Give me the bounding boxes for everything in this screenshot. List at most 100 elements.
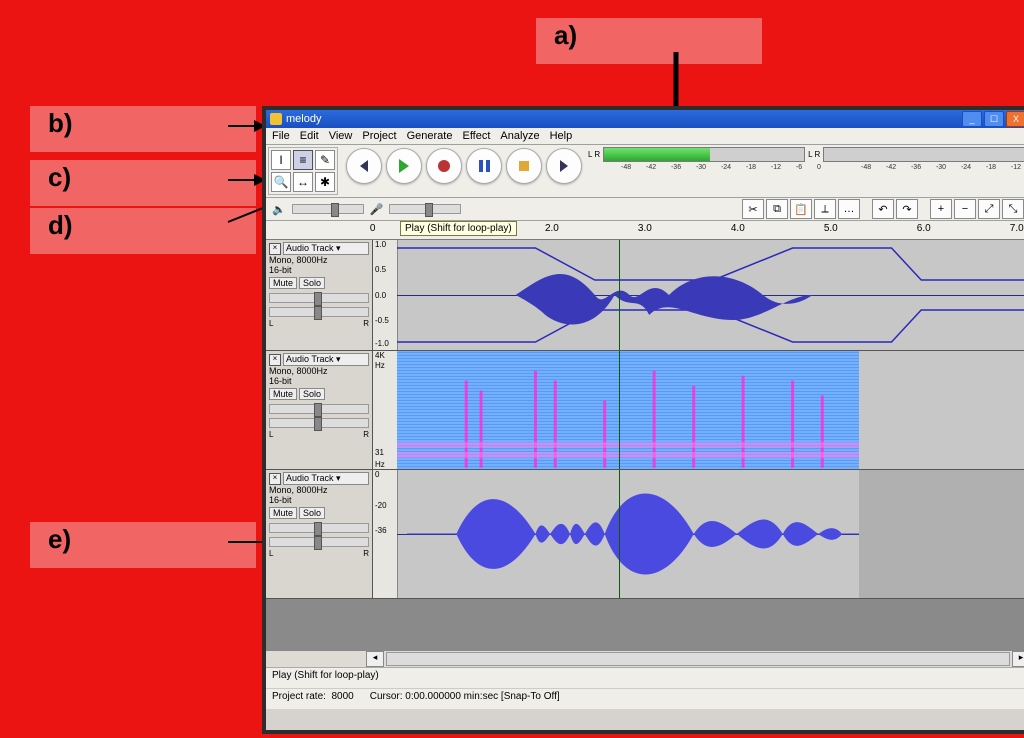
fit-project-button[interactable]: ⤡ bbox=[1002, 199, 1024, 219]
project-rate-value[interactable]: 8000 bbox=[331, 691, 353, 702]
track-3-panel: ×Audio Track ▾ Mono, 8000Hz 16-bit MuteS… bbox=[266, 470, 373, 598]
menu-edit[interactable]: Edit bbox=[300, 130, 319, 142]
skip-end-button[interactable] bbox=[546, 148, 582, 184]
track-2-solo[interactable]: Solo bbox=[299, 388, 325, 400]
track-1-info1: Mono, 8000Hz bbox=[269, 255, 369, 265]
cursor-position: Cursor: 0:00.000000 min:sec [Snap-To Off… bbox=[370, 691, 560, 707]
track-3-solo[interactable]: Solo bbox=[299, 507, 325, 519]
input-meter[interactable] bbox=[823, 147, 1024, 162]
stop-button[interactable] bbox=[506, 148, 542, 184]
track-2-info1: Mono, 8000Hz bbox=[269, 366, 369, 376]
tool-palette: I ≡ ✎ 🔍 ↔ ✱ bbox=[268, 147, 338, 195]
menu-project[interactable]: Project bbox=[362, 130, 396, 142]
draw-tool[interactable]: ✎ bbox=[315, 150, 335, 170]
track-1-panel: ×Audio Track ▾ Mono, 8000Hz 16-bit MuteS… bbox=[266, 240, 373, 350]
track-1-view[interactable]: 1.0 0.5 0.0 -0.5 -1.0 bbox=[373, 240, 1024, 350]
zoom-out-button[interactable]: − bbox=[954, 199, 976, 219]
track-2-gain[interactable] bbox=[269, 404, 369, 414]
track-3-menu[interactable]: Audio Track ▾ bbox=[283, 472, 369, 485]
menu-effect[interactable]: Effect bbox=[462, 130, 490, 142]
track-1-vscale: 1.0 0.5 0.0 -0.5 -1.0 bbox=[373, 240, 398, 350]
scroll-right-button[interactable]: ▸ bbox=[1012, 651, 1024, 667]
scroll-left-button[interactable]: ◂ bbox=[366, 651, 384, 667]
selection-tool[interactable]: I bbox=[271, 150, 291, 170]
skip-start-button[interactable] bbox=[346, 148, 382, 184]
track-2-close[interactable]: × bbox=[269, 354, 281, 366]
track-3-info1: Mono, 8000Hz bbox=[269, 485, 369, 495]
output-meter[interactable] bbox=[603, 147, 805, 162]
track-1-pan[interactable] bbox=[269, 307, 369, 317]
menu-generate[interactable]: Generate bbox=[407, 130, 453, 142]
app-icon bbox=[270, 113, 282, 125]
track-3-close[interactable]: × bbox=[269, 473, 281, 485]
toolbar-row: I ≡ ✎ 🔍 ↔ ✱ Play (Shift for loop-play) L… bbox=[266, 145, 1024, 198]
track-1: ×Audio Track ▾ Mono, 8000Hz 16-bit MuteS… bbox=[266, 240, 1024, 351]
menu-file[interactable]: File bbox=[272, 130, 290, 142]
maximize-button[interactable]: ☐ bbox=[984, 111, 1004, 127]
meters: L R L R -48-42-36-30-24-18-12-60 -48-42-… bbox=[588, 145, 1024, 173]
track-2-vscale: 4K Hz 31 Hz bbox=[373, 351, 398, 469]
silence-button[interactable]: … bbox=[838, 199, 860, 219]
annotation-a: a) bbox=[536, 18, 762, 64]
menu-help[interactable]: Help bbox=[550, 130, 573, 142]
track-1-close[interactable]: × bbox=[269, 243, 281, 255]
speaker-icon: 🔈 bbox=[272, 203, 286, 216]
track-2-pan[interactable] bbox=[269, 418, 369, 428]
undo-button[interactable]: ↶ bbox=[872, 199, 894, 219]
title-bar[interactable]: melody _ ☐ X bbox=[266, 110, 1024, 128]
record-icon bbox=[438, 160, 450, 172]
play-tooltip: Play (Shift for loop-play) bbox=[400, 221, 517, 236]
output-volume-slider[interactable] bbox=[292, 204, 364, 214]
annotation-e: e) bbox=[30, 522, 256, 568]
paste-button[interactable]: 📋 bbox=[790, 199, 812, 219]
track-1-mute[interactable]: Mute bbox=[269, 277, 297, 289]
track-1-menu[interactable]: Audio Track ▾ bbox=[283, 242, 369, 255]
cut-button[interactable]: ✂ bbox=[742, 199, 764, 219]
tracks-area: ×Audio Track ▾ Mono, 8000Hz 16-bit MuteS… bbox=[266, 240, 1024, 650]
track-1-solo[interactable]: Solo bbox=[299, 277, 325, 289]
audacity-window: melody _ ☐ X File Edit View Project Gene… bbox=[262, 106, 1024, 734]
track-2-view[interactable]: 4K Hz 31 Hz bbox=[373, 351, 1024, 469]
record-button[interactable] bbox=[426, 148, 462, 184]
zoom-tool[interactable]: 🔍 bbox=[271, 172, 291, 192]
track-3-gain[interactable] bbox=[269, 523, 369, 533]
track-3-info2: 16-bit bbox=[269, 495, 369, 505]
input-volume-slider[interactable] bbox=[389, 204, 461, 214]
close-button[interactable]: X bbox=[1006, 111, 1024, 127]
redo-button[interactable]: ↷ bbox=[896, 199, 918, 219]
annotation-d: d) bbox=[30, 208, 256, 254]
edit-toolbar: 🔈 🎤 ✂ ⧉ 📋 ⟂ … ↶ ↷ + − ⤢ ⤡ bbox=[266, 198, 1024, 221]
window-title: melody bbox=[286, 113, 321, 125]
track-3-view[interactable]: 0 -20 -36 bbox=[373, 470, 1024, 598]
track-1-gain[interactable] bbox=[269, 293, 369, 303]
track-1-info2: 16-bit bbox=[269, 265, 369, 275]
playback-cursor-2 bbox=[619, 351, 620, 469]
menu-analyze[interactable]: Analyze bbox=[500, 130, 539, 142]
copy-button[interactable]: ⧉ bbox=[766, 199, 788, 219]
track-2-panel: ×Audio Track ▾ Mono, 8000Hz 16-bit MuteS… bbox=[266, 351, 373, 469]
annotation-c: c) bbox=[30, 160, 256, 206]
stop-icon bbox=[519, 161, 529, 171]
track-2-info2: 16-bit bbox=[269, 376, 369, 386]
horizontal-scrollbar[interactable]: ◂ ▸ bbox=[266, 650, 1024, 667]
trim-button[interactable]: ⟂ bbox=[814, 199, 836, 219]
pause-button[interactable] bbox=[466, 148, 502, 184]
track-3-pan[interactable] bbox=[269, 537, 369, 547]
multi-tool[interactable]: ✱ bbox=[315, 172, 335, 192]
play-icon bbox=[399, 159, 409, 173]
annotation-b: b) bbox=[30, 106, 256, 152]
fit-selection-button[interactable]: ⤢ bbox=[978, 199, 1000, 219]
minimize-button[interactable]: _ bbox=[962, 111, 982, 127]
menu-view[interactable]: View bbox=[329, 130, 353, 142]
play-button[interactable] bbox=[386, 148, 422, 184]
track-3-mute[interactable]: Mute bbox=[269, 507, 297, 519]
menu-bar: File Edit View Project Generate Effect A… bbox=[266, 128, 1024, 145]
output-meter-ticks: -48-42-36-30-24-18-12-60 bbox=[621, 164, 821, 171]
track-2-menu[interactable]: Audio Track ▾ bbox=[283, 353, 369, 366]
envelope-tool[interactable]: ≡ bbox=[293, 150, 313, 170]
playback-cursor-3 bbox=[619, 470, 620, 598]
timeshift-tool[interactable]: ↔ bbox=[293, 172, 313, 192]
track-1-waveform bbox=[397, 240, 1024, 350]
zoom-in-button[interactable]: + bbox=[930, 199, 952, 219]
track-2-mute[interactable]: Mute bbox=[269, 388, 297, 400]
